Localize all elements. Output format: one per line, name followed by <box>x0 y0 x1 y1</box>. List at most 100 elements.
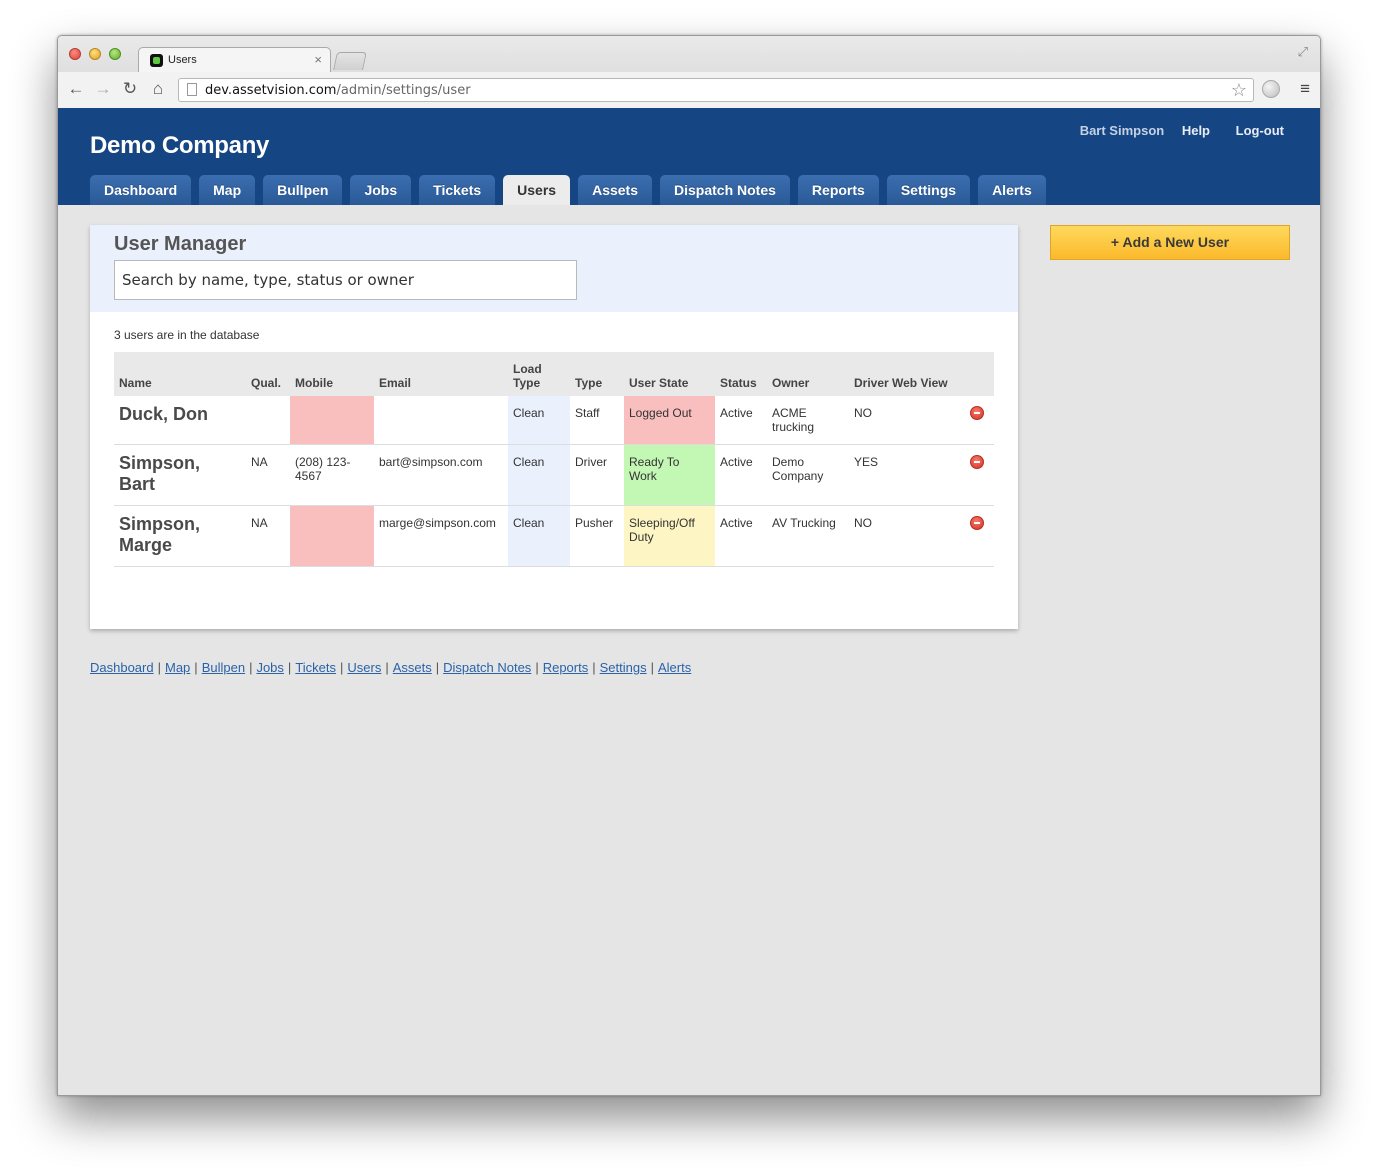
user-name-link[interactable]: Simpson, Bart <box>114 444 246 506</box>
footer-link-dashboard[interactable]: Dashboard <box>90 660 154 675</box>
tab-settings[interactable]: Settings <box>886 175 971 205</box>
minimize-window-icon[interactable] <box>89 48 101 60</box>
browser-toolbar: ← → ↻ ⌂ dev.assetvision.com/admin/settin… <box>58 72 1320 108</box>
load-type-cell: Clean <box>508 396 570 445</box>
table-row[interactable]: Duck, Don Clean Staff Logged Out Active … <box>114 396 994 445</box>
table-header-row: Name Qual. Mobile Email Load Type Type U… <box>114 352 994 396</box>
footer-link-users[interactable]: Users <box>347 660 381 675</box>
footer-link-map[interactable]: Map <box>165 660 190 675</box>
load-type-cell: Clean <box>508 505 570 567</box>
browser-titlebar: Users × ⤢ ← → ↻ ⌂ dev.assetvision.com/ad… <box>58 36 1320 108</box>
users-table: Name Qual. Mobile Email Load Type Type U… <box>114 352 994 567</box>
owner-cell: ACME trucking <box>767 396 849 445</box>
page-icon <box>187 83 197 96</box>
close-window-icon[interactable] <box>69 48 81 60</box>
qual-cell <box>246 396 290 445</box>
col-header-user-state[interactable]: User State <box>624 352 715 396</box>
tab-dashboard[interactable]: Dashboard <box>90 175 192 205</box>
table-row[interactable]: Simpson, Bart NA (208) 123-4567 bart@sim… <box>114 444 994 506</box>
status-cell: Active <box>715 505 767 567</box>
user-state-cell: Ready To Work <box>624 444 715 506</box>
footer-link-assets[interactable]: Assets <box>393 660 432 675</box>
type-cell: Staff <box>570 396 624 445</box>
fullscreen-icon[interactable]: ⤢ <box>1298 44 1308 60</box>
delete-cell <box>959 396 994 445</box>
type-cell: Driver <box>570 444 624 506</box>
delete-user-icon[interactable] <box>969 406 984 420</box>
col-header-mobile[interactable]: Mobile <box>290 352 374 396</box>
user-name-link[interactable]: Duck, Don <box>114 396 246 445</box>
logout-link[interactable]: Log-out <box>1236 123 1284 138</box>
page-title: User Manager <box>114 233 247 255</box>
favicon-icon <box>150 54 163 67</box>
user-name-link[interactable]: Simpson, Marge <box>114 505 246 567</box>
delete-user-icon[interactable] <box>969 455 984 469</box>
close-tab-icon[interactable]: × <box>314 52 322 67</box>
tab-tickets[interactable]: Tickets <box>419 175 496 205</box>
delete-cell <box>959 505 994 567</box>
col-header-status[interactable]: Status <box>715 352 767 396</box>
col-header-email[interactable]: Email <box>374 352 508 396</box>
footer-link-jobs[interactable]: Jobs <box>256 660 283 675</box>
address-bar[interactable]: dev.assetvision.com/admin/settings/user … <box>178 78 1254 102</box>
tab-alerts[interactable]: Alerts <box>978 175 1046 205</box>
qual-cell: NA <box>246 505 290 567</box>
col-header-actions <box>959 352 994 396</box>
delete-user-icon[interactable] <box>969 516 984 530</box>
footer-link-settings[interactable]: Settings <box>600 660 647 675</box>
col-header-load-type[interactable]: Load Type <box>508 352 570 396</box>
driver-web-view-cell: NO <box>849 505 959 567</box>
top-links: Bart Simpson Help Log-out <box>1066 123 1284 138</box>
app-header: Demo Company Bart Simpson Help Log-out D… <box>58 108 1320 205</box>
search-input[interactable] <box>114 260 577 300</box>
tab-bullpen[interactable]: Bullpen <box>263 175 343 205</box>
col-header-driver-web-view[interactable]: Driver Web View <box>849 352 959 396</box>
qual-cell: NA <box>246 444 290 506</box>
home-icon[interactable]: ⌂ <box>148 79 168 99</box>
table-row[interactable]: Simpson, Marge NA marge@simpson.com Clea… <box>114 505 994 567</box>
user-state-cell: Sleeping/Off Duty <box>624 505 715 567</box>
back-icon[interactable]: ← <box>66 79 86 99</box>
current-user-link[interactable]: Bart Simpson <box>1080 123 1165 138</box>
footer-link-reports[interactable]: Reports <box>543 660 589 675</box>
tab-map[interactable]: Map <box>199 175 256 205</box>
driver-web-view-cell: YES <box>849 444 959 506</box>
zoom-window-icon[interactable] <box>109 48 121 60</box>
tab-jobs[interactable]: Jobs <box>350 175 412 205</box>
browser-window: Users × ⤢ ← → ↻ ⌂ dev.assetvision.com/ad… <box>57 35 1321 1096</box>
col-header-type[interactable]: Type <box>570 352 624 396</box>
col-header-qual[interactable]: Qual. <box>246 352 290 396</box>
reload-icon[interactable]: ↻ <box>120 79 140 99</box>
footer-link-dispatch-notes[interactable]: Dispatch Notes <box>443 660 531 675</box>
col-header-owner[interactable]: Owner <box>767 352 849 396</box>
tab-dispatch-notes[interactable]: Dispatch Notes <box>660 175 790 205</box>
footer-link-alerts[interactable]: Alerts <box>658 660 691 675</box>
bookmark-star-icon[interactable]: ☆ <box>1231 80 1247 101</box>
add-user-button[interactable]: + Add a New User <box>1050 225 1290 260</box>
new-tab-button[interactable] <box>333 52 367 70</box>
col-header-name[interactable]: Name <box>114 352 246 396</box>
type-cell: Pusher <box>570 505 624 567</box>
user-state-cell: Logged Out <box>624 396 715 445</box>
company-name: Demo Company <box>90 132 270 159</box>
browser-tab-title: Users <box>168 54 197 66</box>
mobile-cell <box>290 505 374 567</box>
forward-icon[interactable]: → <box>93 79 113 99</box>
footer-link-tickets[interactable]: Tickets <box>295 660 336 675</box>
user-count-text: 3 users are in the database <box>114 328 260 342</box>
mobile-cell <box>290 396 374 445</box>
help-link[interactable]: Help <box>1182 123 1210 138</box>
tab-users[interactable]: Users <box>503 175 571 205</box>
tab-assets[interactable]: Assets <box>578 175 652 205</box>
extension-globe-icon[interactable] <box>1262 80 1280 98</box>
footer-links: Dashboard | Map | Bullpen | Jobs | Tickets | Users… <box>90 660 692 675</box>
email-cell <box>374 396 508 445</box>
status-cell: Active <box>715 396 767 445</box>
tab-reports[interactable]: Reports <box>797 175 879 205</box>
footer-link-bullpen[interactable]: Bullpen <box>202 660 245 675</box>
main-nav-tabs: Dashboard Map Bullpen Jobs Tickets Users… <box>90 175 1054 205</box>
user-manager-panel: User Manager 3 users are in the database… <box>90 225 1018 629</box>
browser-menu-icon[interactable]: ≡ <box>1300 79 1310 99</box>
browser-tab[interactable]: Users × <box>138 47 331 73</box>
mobile-cell: (208) 123-4567 <box>290 444 374 506</box>
